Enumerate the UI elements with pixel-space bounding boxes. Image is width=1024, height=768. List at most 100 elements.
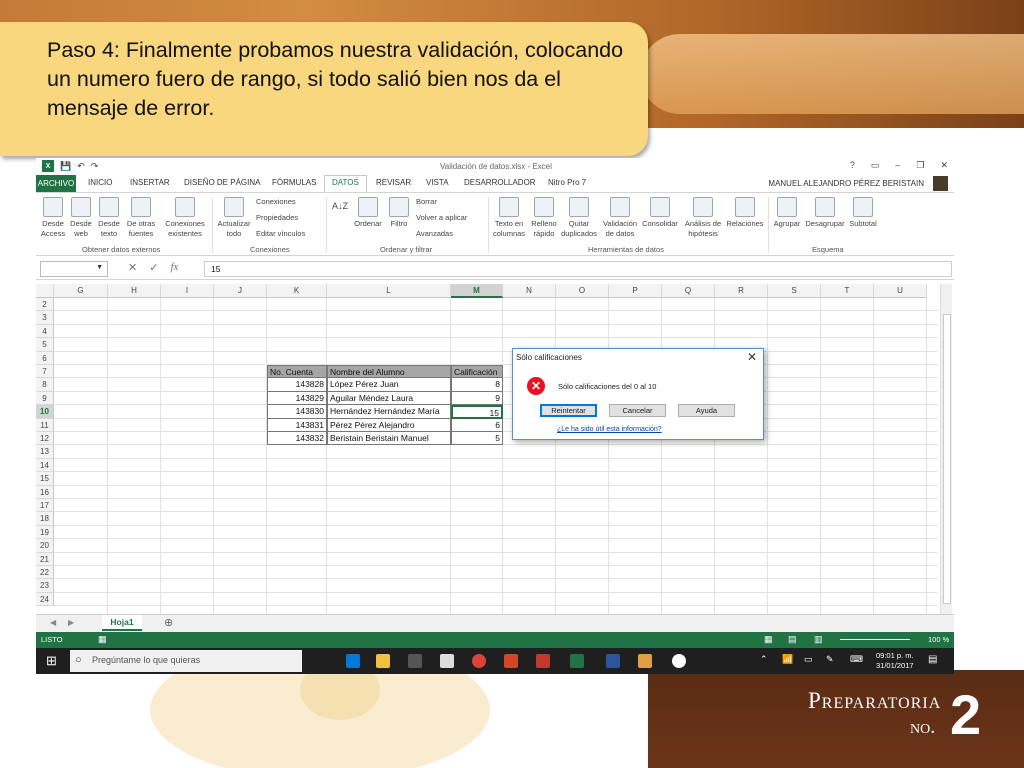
user-name[interactable]: MANUEL ALEJANDRO PÉREZ BERISTAIN (768, 179, 924, 188)
row-header-17[interactable]: 17 (36, 499, 54, 513)
row-header-5[interactable]: 5 (36, 338, 54, 352)
table-cell-nombre[interactable]: López Pérez Juan (327, 378, 451, 392)
row-header-7[interactable]: 7 (36, 365, 54, 379)
column-header-H[interactable]: H (108, 284, 161, 298)
add-sheet-icon[interactable]: ⊕ (164, 616, 173, 629)
clear-button[interactable]: Borrar (416, 197, 437, 206)
tray-chevron-icon[interactable]: ⌃ (760, 654, 768, 665)
text-to-columns-button[interactable]: Texto en columnas (490, 197, 528, 239)
store-icon[interactable] (408, 654, 422, 668)
page-layout-icon[interactable]: ▤ (788, 634, 797, 645)
row-header-16[interactable]: 16 (36, 485, 54, 499)
row-header-2[interactable]: 2 (36, 298, 54, 312)
row-header-15[interactable]: 15 (36, 472, 54, 486)
word-icon[interactable] (606, 654, 620, 668)
column-header-P[interactable]: P (609, 284, 662, 298)
redo-icon[interactable]: ↷ (91, 161, 99, 172)
restore-icon[interactable]: ❐ (916, 160, 924, 171)
column-header-L[interactable]: L (327, 284, 451, 298)
battery-icon[interactable]: ▭ (804, 654, 813, 665)
zoom-level[interactable]: 100 % (928, 635, 949, 644)
row-header-20[interactable]: 20 (36, 539, 54, 553)
column-header-M[interactable]: M (451, 284, 503, 298)
row-header-6[interactable]: 6 (36, 351, 54, 365)
column-header-T[interactable]: T (821, 284, 874, 298)
table-header-cell[interactable]: Nombre del Alumno (327, 365, 451, 379)
file-explorer-icon[interactable] (376, 654, 390, 668)
feedback-link[interactable]: ¿Le ha sido útil esta información? (557, 426, 662, 433)
page-break-icon[interactable]: ▥ (814, 634, 823, 645)
tab-insertar[interactable]: INSERTAR (130, 178, 170, 187)
function-icon[interactable]: fx (170, 261, 178, 274)
properties-button[interactable]: Propiedades (256, 213, 298, 222)
table-cell-nombre[interactable]: Beristain Beristain Manuel (327, 432, 451, 446)
groove-icon[interactable] (672, 654, 686, 668)
tab-diseno[interactable]: DISEÑO DE PÁGINA (184, 178, 260, 187)
taskbar-search[interactable]: ○ Pregúntame lo que quieras (70, 650, 302, 672)
row-header-18[interactable]: 18 (36, 512, 54, 526)
help-button[interactable]: Ayuda (678, 404, 735, 417)
pdf-icon[interactable] (536, 654, 550, 668)
data-validation-button[interactable]: Validación de datos (600, 197, 640, 239)
powerpoint-icon[interactable] (504, 654, 518, 668)
reapply-button[interactable]: Volver a aplicar (416, 213, 467, 222)
pen-icon[interactable]: ✎ (826, 654, 834, 665)
network-icon[interactable]: 📶 (782, 654, 793, 665)
notifications-icon[interactable]: ▤ (928, 654, 937, 665)
column-header-G[interactable]: G (54, 284, 108, 298)
table-cell-nombre[interactable]: Hernández Hernández María (327, 405, 451, 419)
row-header-4[interactable]: 4 (36, 324, 54, 339)
group-button[interactable]: Agrupar (770, 197, 804, 229)
column-header-S[interactable]: S (768, 284, 821, 298)
normal-view-icon[interactable]: ▦ (764, 634, 773, 645)
column-header-R[interactable]: R (715, 284, 768, 298)
tab-revisar[interactable]: REVISAR (376, 178, 411, 187)
row-header-3[interactable]: 3 (36, 311, 54, 325)
minimize-icon[interactable]: – (895, 160, 900, 171)
subtotal-button[interactable]: Subtotal (846, 197, 880, 229)
column-header-I[interactable]: I (161, 284, 214, 298)
column-header-J[interactable]: J (214, 284, 267, 298)
excel-taskbar-icon[interactable] (570, 654, 584, 668)
tab-archivo[interactable]: ARCHIVO (36, 175, 76, 192)
table-cell-cuenta[interactable]: 143829 (267, 391, 327, 406)
tab-vista[interactable]: VISTA (426, 178, 449, 187)
table-cell-calif[interactable]: 6 (451, 418, 503, 432)
row-header-13[interactable]: 13 (36, 445, 54, 459)
row-header-11[interactable]: 11 (36, 418, 54, 432)
help-icon[interactable]: ? (850, 160, 855, 171)
dialog-close-icon[interactable]: ✕ (747, 350, 757, 364)
tab-datos[interactable]: DATOS (324, 175, 367, 192)
sheet-tab-hoja1[interactable]: Hoja1 (102, 615, 142, 631)
table-cell-nombre[interactable]: Aguilar Méndez Laura (327, 391, 451, 406)
column-header-Q[interactable]: Q (662, 284, 715, 298)
table-cell-cuenta[interactable]: 143832 (267, 432, 327, 446)
connections-button[interactable]: Conexiones (256, 197, 296, 206)
name-box[interactable]: ▼ (40, 261, 108, 277)
edit-links-button[interactable]: Editar vínculos (256, 229, 305, 238)
scroll-thumb[interactable] (943, 314, 951, 604)
avatar[interactable] (933, 176, 948, 191)
column-header-U[interactable]: U (874, 284, 927, 298)
table-cell-cuenta[interactable]: 143830 (267, 405, 327, 419)
next-sheet-icon[interactable]: ▶ (68, 618, 74, 627)
keyboard-icon[interactable]: ⌨ (850, 654, 863, 665)
zoom-slider[interactable] (840, 639, 910, 640)
edge-icon[interactable] (346, 654, 360, 668)
table-header-cell[interactable]: Calificación (451, 365, 503, 379)
filter-button[interactable]: Filtro (386, 197, 412, 229)
existing-connections-button[interactable]: Conexiones existentes (162, 197, 208, 239)
save-icon[interactable]: 💾 (60, 161, 71, 172)
from-web-button[interactable]: Desde web (68, 197, 94, 239)
retry-button[interactable]: Reintentar (540, 404, 597, 417)
tab-formulas[interactable]: FÓRMULAS (272, 178, 316, 187)
what-if-button[interactable]: Análisis de hipótesis (682, 197, 724, 239)
sort-az-icon[interactable]: A↓Z (332, 201, 348, 211)
relationships-button[interactable]: Relaciones (724, 197, 766, 229)
table-cell-nombre[interactable]: Pérez Pérez Alejandro (327, 418, 451, 432)
row-header-14[interactable]: 14 (36, 458, 54, 473)
tab-desarrollador[interactable]: DESARROLLADOR (464, 178, 536, 187)
row-header-23[interactable]: 23 (36, 579, 54, 593)
media-icon[interactable] (638, 654, 652, 668)
table-cell-calif[interactable]: 9 (451, 391, 503, 406)
